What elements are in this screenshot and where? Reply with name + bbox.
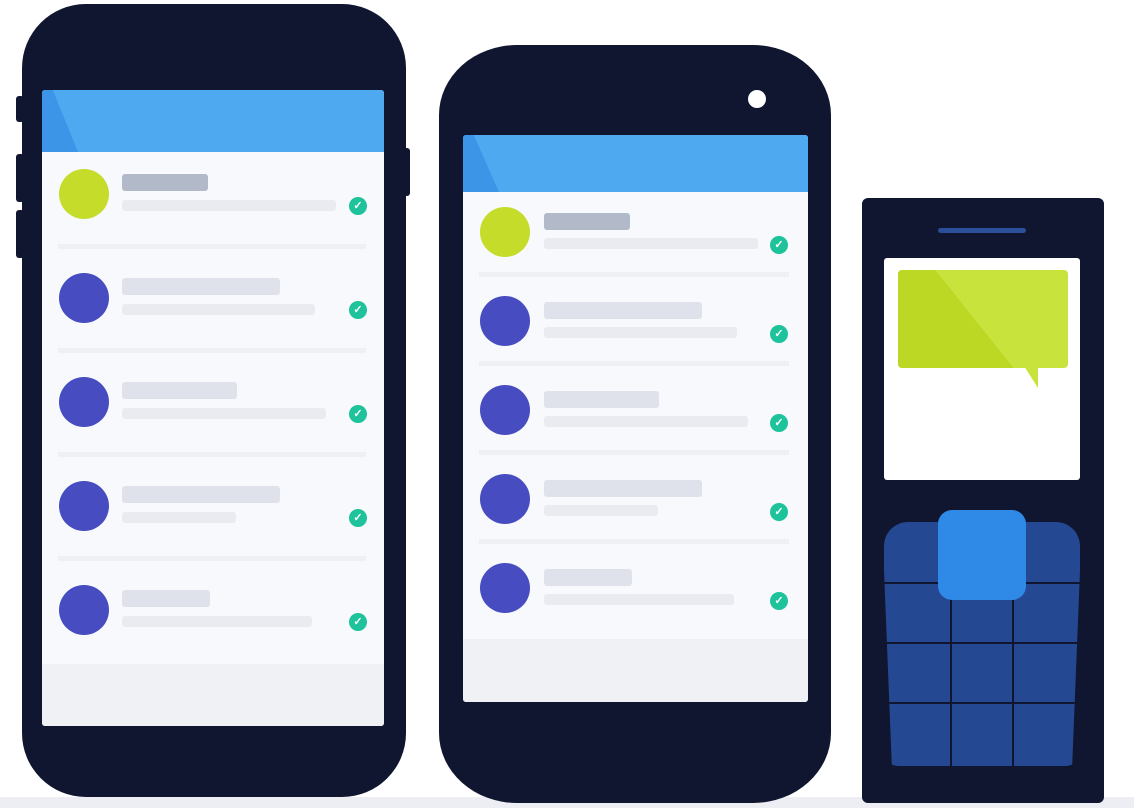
feature-phone-screen [884,258,1080,480]
feature-phone [862,198,1104,803]
divider [479,539,789,544]
list-item[interactable]: ✓ [42,152,384,256]
avatar [480,207,530,257]
divider [58,244,366,249]
avatar [59,585,109,635]
list-item[interactable]: ✓ [42,464,384,568]
message-preview-placeholder [544,594,734,605]
message-preview-placeholder [544,327,737,338]
message-preview-placeholder [122,616,312,627]
message-preview-placeholder [544,505,658,516]
divider [479,361,789,366]
delivered-check-icon: ✓ [349,613,367,631]
earpiece-speaker [938,228,1026,233]
message-list: ✓ ✓ ✓ ✓ ✓ [463,192,808,639]
list-item[interactable]: ✓ [463,281,808,370]
divider [58,348,366,353]
contact-name-placeholder [544,302,702,319]
empty-area [463,639,808,702]
message-preview-placeholder [122,512,236,523]
delivered-check-icon: ✓ [770,236,788,254]
list-item[interactable]: ✓ [463,192,808,281]
avatar [59,169,109,219]
message-preview-placeholder [544,238,758,249]
app-header [463,135,808,192]
message-preview-placeholder [122,304,315,315]
list-item[interactable]: ✓ [463,548,808,639]
divider [58,556,366,561]
delivered-check-icon: ✓ [349,301,367,319]
empty-area [42,664,384,726]
message-preview-placeholder [544,416,748,427]
avatar [480,563,530,613]
contact-name-placeholder [122,278,280,295]
phone-screen: ✓ ✓ ✓ ✓ ✓ [42,90,384,726]
contact-name-placeholder [544,213,630,230]
header-shade [42,90,78,152]
message-preview-placeholder [122,200,336,211]
contact-name-placeholder [544,391,659,408]
avatar [59,481,109,531]
divider [58,452,366,457]
contact-name-placeholder [122,486,280,503]
bubble-shade [898,270,1014,368]
avatar [480,474,530,524]
divider [479,450,789,455]
contact-name-placeholder [122,174,208,191]
delivered-check-icon: ✓ [770,414,788,432]
contact-name-placeholder [544,569,632,586]
avatar [59,273,109,323]
smartphone-ios: ✓ ✓ ✓ ✓ ✓ [22,4,406,797]
delivered-check-icon: ✓ [349,509,367,527]
list-item[interactable]: ✓ [42,360,384,464]
smartphone-android: ✓ ✓ ✓ ✓ ✓ [439,45,831,803]
divider [479,272,789,277]
app-header [42,90,384,152]
camera-icon [748,90,766,108]
avatar [59,377,109,427]
keypad-divider [884,702,1080,704]
list-item[interactable]: ✓ [42,568,384,664]
message-preview-placeholder [122,408,326,419]
message-bubble-icon [898,270,1068,368]
delivered-check-icon: ✓ [770,592,788,610]
list-item[interactable]: ✓ [463,459,808,548]
header-shade [463,135,499,192]
list-item[interactable]: ✓ [42,256,384,360]
delivered-check-icon: ✓ [770,325,788,343]
contact-name-placeholder [544,480,702,497]
contact-name-placeholder [122,382,237,399]
contact-name-placeholder [122,590,210,607]
phone-screen: ✓ ✓ ✓ ✓ ✓ [463,135,808,702]
navigation-key[interactable] [938,510,1026,600]
delivered-check-icon: ✓ [349,197,367,215]
delivered-check-icon: ✓ [349,405,367,423]
avatar [480,385,530,435]
delivered-check-icon: ✓ [770,503,788,521]
message-list: ✓ ✓ ✓ ✓ ✓ [42,152,384,664]
keypad-divider [950,582,952,766]
keypad-divider [1012,582,1014,766]
bubble-tail [1024,366,1038,388]
list-item[interactable]: ✓ [463,370,808,459]
avatar [480,296,530,346]
keypad-divider [884,642,1080,644]
